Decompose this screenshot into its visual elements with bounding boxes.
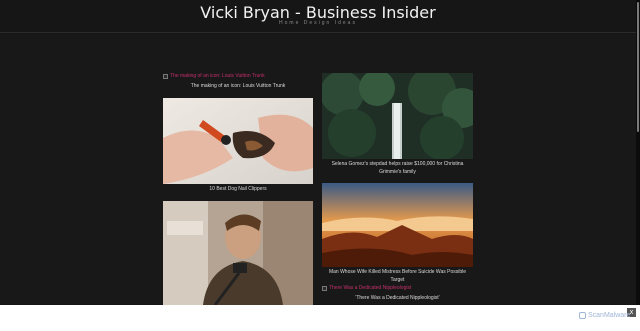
forest-waterfall-image[interactable] — [322, 73, 473, 159]
louis-vuitton-link-text: The making of an icon: Louis Vuitton Tru… — [170, 73, 265, 79]
mistress-caption[interactable]: Man Whose Wife Killed Mistress Before Su… — [322, 268, 473, 284]
scanmalware-badge[interactable]: ScanMalware — [579, 312, 630, 319]
nippleologist-link[interactable]: There Was a Dedicated Nippleologist — [322, 285, 411, 291]
bottom-ad-bar — [0, 305, 640, 331]
selena-caption[interactable]: Selena Gomez's stepdad helps raise $100,… — [322, 160, 473, 176]
nippleologist-caption[interactable]: 'There Was a Dedicated Nippleologist' — [322, 294, 473, 302]
nippleologist-link-text: There Was a Dedicated Nippleologist — [329, 285, 412, 291]
louis-vuitton-caption[interactable]: The making of an icon: Louis Vuitton Tru… — [163, 82, 313, 90]
broken-image-icon — [322, 285, 327, 291]
broken-image-icon — [163, 73, 168, 79]
site-header: Vicki Bryan - Business Insider Home Desi… — [0, 0, 636, 33]
scrollbar-thumb[interactable] — [637, 2, 639, 132]
main-content — [0, 34, 636, 304]
dog-clipper-caption[interactable]: 10 Best Dog Nail Clippers — [163, 185, 313, 193]
site-tagline: Home Design Ideas — [279, 20, 357, 26]
mountain-sunset-image[interactable] — [322, 183, 473, 267]
singer-image[interactable] — [163, 201, 313, 305]
shield-icon — [579, 312, 586, 319]
brand-label: ScanMalware — [588, 312, 631, 319]
dog-clipper-image[interactable] — [163, 98, 313, 184]
louis-vuitton-link[interactable]: The making of an icon: Louis Vuitton Tru… — [163, 73, 265, 79]
